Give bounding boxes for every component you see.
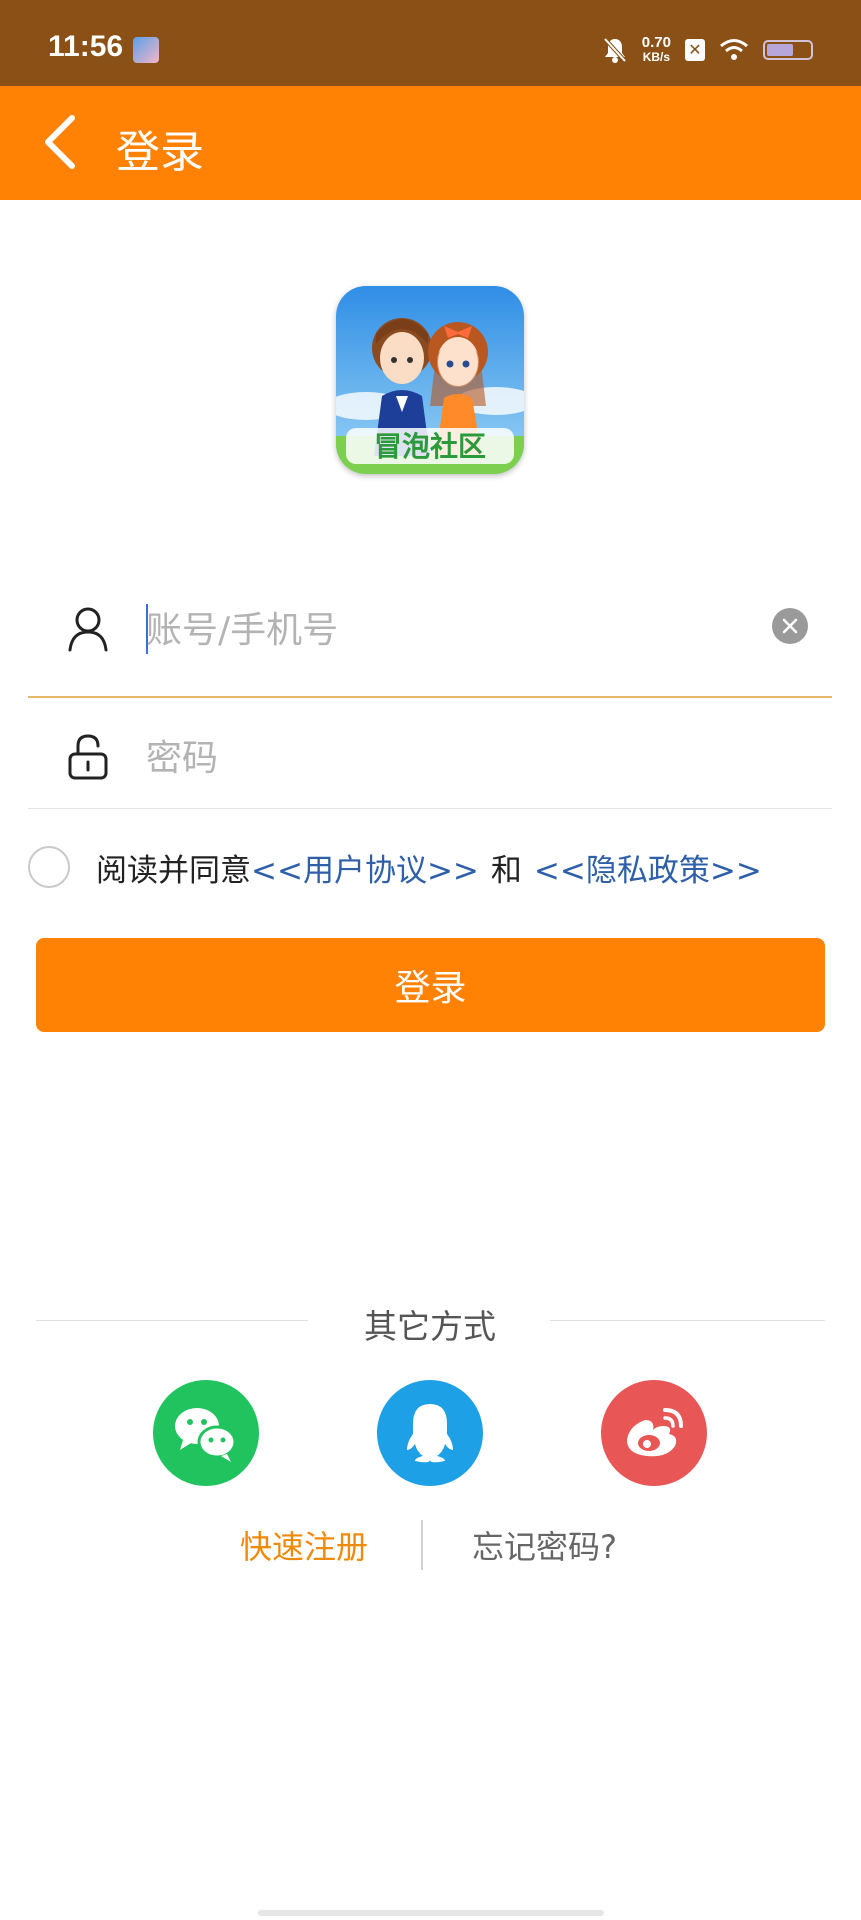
text-cursor [146, 604, 148, 654]
qq-icon [407, 1404, 453, 1463]
status-time: 11:56 [48, 30, 124, 63]
quick-register-link[interactable]: 快速注册 [240, 1522, 368, 1568]
privacy-policy-link[interactable]: <<隐私政策>> [534, 845, 762, 890]
home-indicator[interactable] [258, 1910, 604, 1916]
clear-input-icon[interactable] [772, 608, 808, 644]
account-input[interactable] [146, 600, 766, 660]
account-field [28, 580, 832, 698]
chevron-left-icon[interactable] [36, 112, 96, 172]
user-icon [68, 607, 108, 652]
weibo-icon [627, 1408, 683, 1457]
network-speed: 0.70 KB/s [642, 35, 671, 65]
forgot-password-link[interactable]: 忘记密码? [472, 1522, 617, 1568]
divider-left [36, 1320, 308, 1321]
app-notification-icon [133, 37, 159, 63]
app-logo: 冒泡社区 [336, 286, 524, 474]
and-text: 和 [490, 852, 522, 889]
x-app-icon: ✕ [685, 39, 705, 61]
agreement-row: 阅读并同意 <<用户协议>> 和 <<隐私政策>> [28, 842, 838, 892]
battery-level [767, 44, 793, 56]
weibo-login-button[interactable] [601, 1380, 707, 1486]
qq-login-button[interactable] [377, 1380, 483, 1486]
wechat-icon [175, 1408, 237, 1462]
page-title: 登录 [116, 127, 204, 178]
user-agreement-link[interactable]: <<用户协议>> [251, 845, 479, 890]
mute-bell-icon [603, 37, 627, 63]
svg-text:冒泡社区: 冒泡社区 [374, 430, 486, 463]
lock-icon [68, 734, 108, 780]
status-icons: 0.70 KB/s ✕ [602, 32, 813, 68]
login-button[interactable]: 登录 [36, 938, 825, 1032]
wifi-icon [720, 39, 748, 60]
wechat-login-button[interactable] [153, 1380, 259, 1486]
footer-divider [421, 1520, 423, 1570]
password-field [28, 698, 832, 809]
agree-prefix: 阅读并同意 [96, 852, 251, 889]
net-speed-unit: KB/s [642, 50, 671, 64]
agree-checkbox[interactable] [28, 846, 70, 888]
status-bar: 11:56 0.70 KB/s ✕ [0, 0, 861, 86]
other-methods-title: 其它方式 [364, 1307, 496, 1346]
battery-icon [763, 40, 813, 60]
net-speed-value: 0.70 [641, 34, 671, 51]
divider-right [550, 1320, 825, 1321]
header-bar: 登录 [0, 86, 861, 200]
password-input[interactable] [146, 728, 766, 788]
app-logo-image: 冒泡社区 [336, 286, 524, 474]
agreement-text: 阅读并同意 <<用户协议>> 和 <<隐私政策>> [96, 845, 762, 890]
